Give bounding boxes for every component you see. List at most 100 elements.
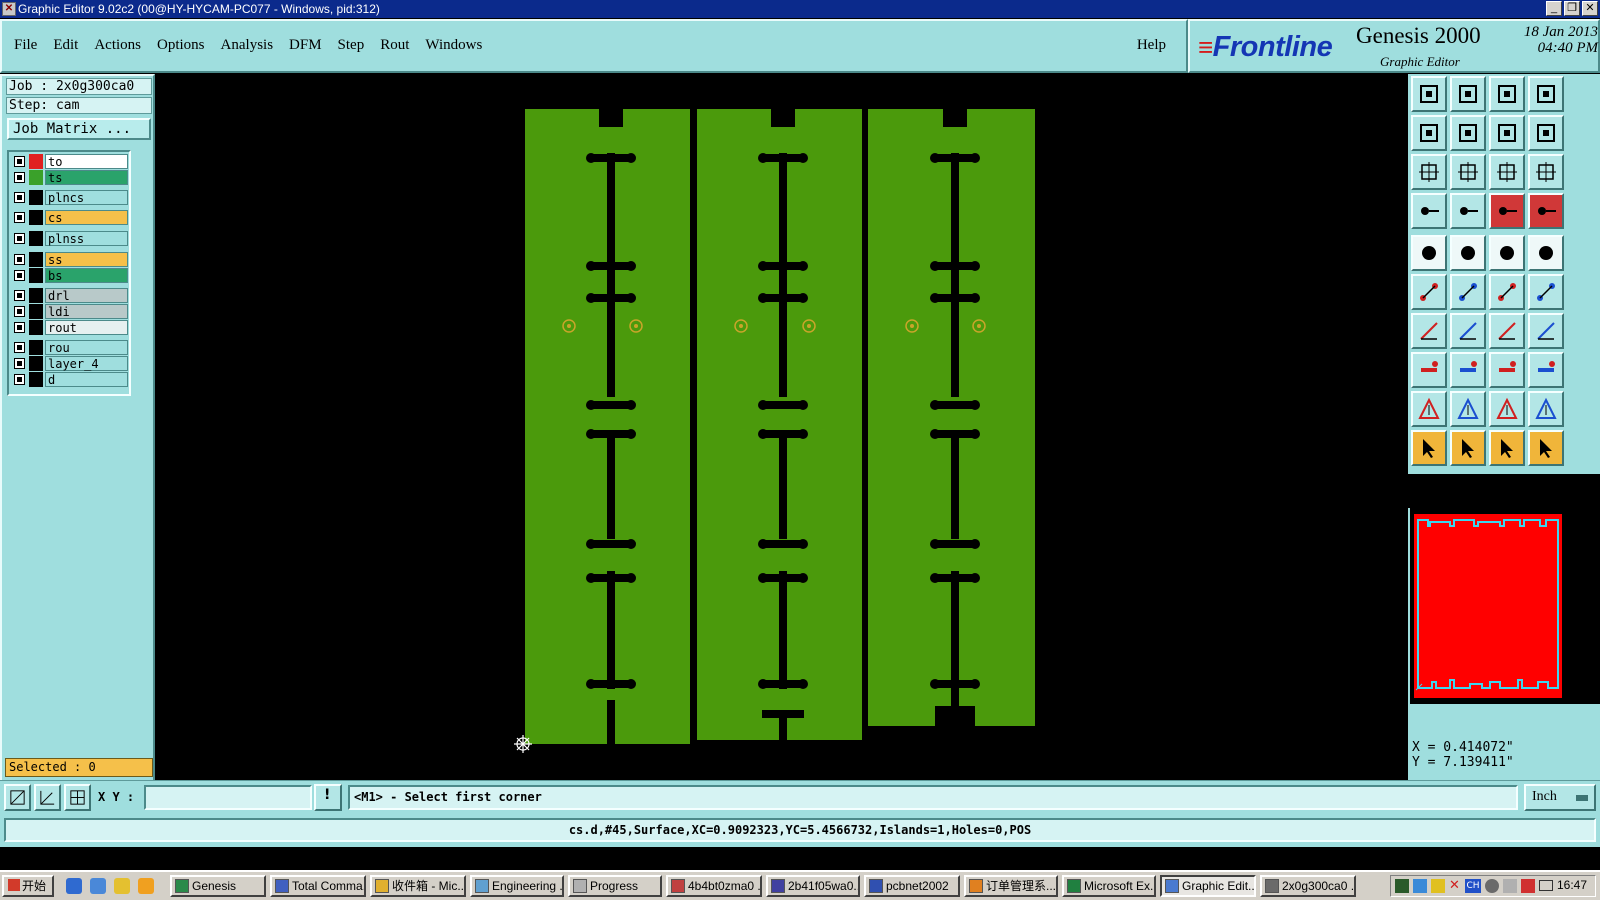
taskbar-item[interactable]: 收件箱 - Mic... [370,875,466,897]
layer-color-swatch[interactable] [29,170,43,185]
tab-bar[interactable] [590,540,632,548]
zoom-home-button[interactable] [1411,76,1447,112]
layer-color-swatch[interactable] [29,154,43,169]
tab-bar[interactable] [590,294,632,302]
tab-bar[interactable] [590,430,632,438]
mail-icon[interactable] [1539,880,1553,891]
home-button[interactable] [1489,76,1525,112]
layer-row-layer_4[interactable]: layer_4 [12,356,128,371]
language-indicator[interactable]: CH [1465,879,1481,893]
layer-color-swatch[interactable] [29,210,43,225]
rout-slot[interactable] [951,431,959,539]
layer-checkbox[interactable] [14,290,25,301]
top-notch[interactable] [599,109,623,127]
layer-checkbox[interactable] [14,374,25,385]
tab-bar[interactable] [934,540,976,548]
tab-bar[interactable] [762,154,804,162]
connect-button[interactable] [1411,274,1447,310]
fit-center-button[interactable] [1450,154,1486,190]
alert-icon[interactable] [1521,879,1535,893]
layer-checkbox[interactable] [14,322,25,333]
layer-row-ss[interactable]: ss [12,252,128,267]
layer-row-plnss[interactable]: plnss [12,231,128,246]
grid-mode-button[interactable] [64,784,91,811]
restore-button[interactable]: ❐ [1564,1,1580,16]
rout-slot[interactable] [607,153,615,301]
separator-slot[interactable] [691,539,696,579]
layer-color-swatch[interactable] [29,268,43,283]
tab-bar[interactable] [934,401,976,409]
taskbar-item[interactable]: 4b4bt0zma0 ... [666,875,762,897]
layer-checkbox[interactable] [14,306,25,317]
polygon-button[interactable] [1450,235,1486,271]
clock-app-icon[interactable] [1485,879,1499,893]
pan-left-button[interactable] [1411,115,1447,151]
layer-checkbox[interactable] [14,156,25,167]
layer-name[interactable]: plncs [45,190,128,205]
tab-bar[interactable] [762,540,804,548]
tab-bar[interactable] [762,680,804,688]
triangle-up-button[interactable] [1450,391,1486,427]
rout-slot[interactable] [779,289,787,397]
layer-row-d[interactable]: d [12,372,128,387]
layer-color-swatch[interactable] [29,340,43,355]
layer-checkbox[interactable] [14,358,25,369]
layer-row-to[interactable]: to [12,154,128,169]
tab-bar[interactable] [590,680,632,688]
net-button[interactable] [1450,193,1486,229]
taskbar-item[interactable]: Genesis [170,875,266,897]
s-curve-button[interactable] [1528,115,1564,151]
quicklaunch-icon[interactable] [138,878,154,894]
layer-checkbox[interactable] [14,233,25,244]
rout-slot[interactable] [779,153,787,301]
layer-name[interactable]: cs [45,210,128,225]
layer-checkbox[interactable] [14,254,25,265]
layer-name[interactable]: rout [45,320,128,335]
layer-name[interactable]: ss [45,252,128,267]
tab-bar[interactable] [762,710,804,718]
taskbar-item[interactable]: pcbnet2002 [864,875,960,897]
layer-color-swatch[interactable] [29,372,43,387]
menu-actions[interactable]: Actions [94,37,141,54]
layer-checkbox[interactable] [14,192,25,203]
pointer-circle-button[interactable] [1489,430,1525,466]
layer-name[interactable]: ldi [45,304,128,319]
help-button[interactable] [1528,154,1564,190]
separator-slot[interactable] [691,669,696,709]
bottom-slot[interactable] [951,682,959,710]
xy-input[interactable] [144,785,312,810]
separator-slot[interactable] [863,399,868,439]
layer-name[interactable]: plnss [45,231,128,246]
pointer-button[interactable] [1411,430,1447,466]
taskbar-item[interactable]: Graphic Edit... [1160,875,1256,897]
taskbar-item[interactable]: 订单管理系... [964,875,1058,897]
top-notch[interactable] [771,109,795,127]
layer-color-swatch[interactable] [29,320,43,335]
menu-step[interactable]: Step [338,37,365,54]
ie-icon[interactable] [66,878,82,894]
bottom-slot[interactable] [607,700,615,744]
layer-checkbox[interactable] [14,172,25,183]
taskbar-item[interactable]: Microsoft Ex... [1062,875,1156,897]
layer-name[interactable]: to [45,154,128,169]
menu-edit[interactable]: Edit [53,37,78,54]
start-button[interactable]: 开始 [2,875,54,897]
menu-windows[interactable]: Windows [425,37,482,54]
layer-name[interactable]: ts [45,170,128,185]
window-button[interactable] [1528,76,1564,112]
layer-row-ldi[interactable]: ldi [12,304,128,319]
separator-slot[interactable] [691,254,696,294]
separator-slot[interactable] [863,109,868,134]
move-button[interactable] [1411,352,1447,388]
select-pad-button[interactable] [1411,235,1447,271]
layer-name[interactable]: bs [45,268,128,283]
rout-slot[interactable] [779,431,787,539]
angle-button[interactable] [1411,313,1447,349]
round-pad-button[interactable] [1528,235,1564,271]
ratio-button[interactable] [1489,154,1525,190]
tab-bar[interactable] [934,294,976,302]
layer-color-swatch[interactable] [29,231,43,246]
pan-right-button[interactable] [1450,115,1486,151]
overview-minimap[interactable] [1410,508,1600,704]
triangle-big-button[interactable] [1489,391,1525,427]
